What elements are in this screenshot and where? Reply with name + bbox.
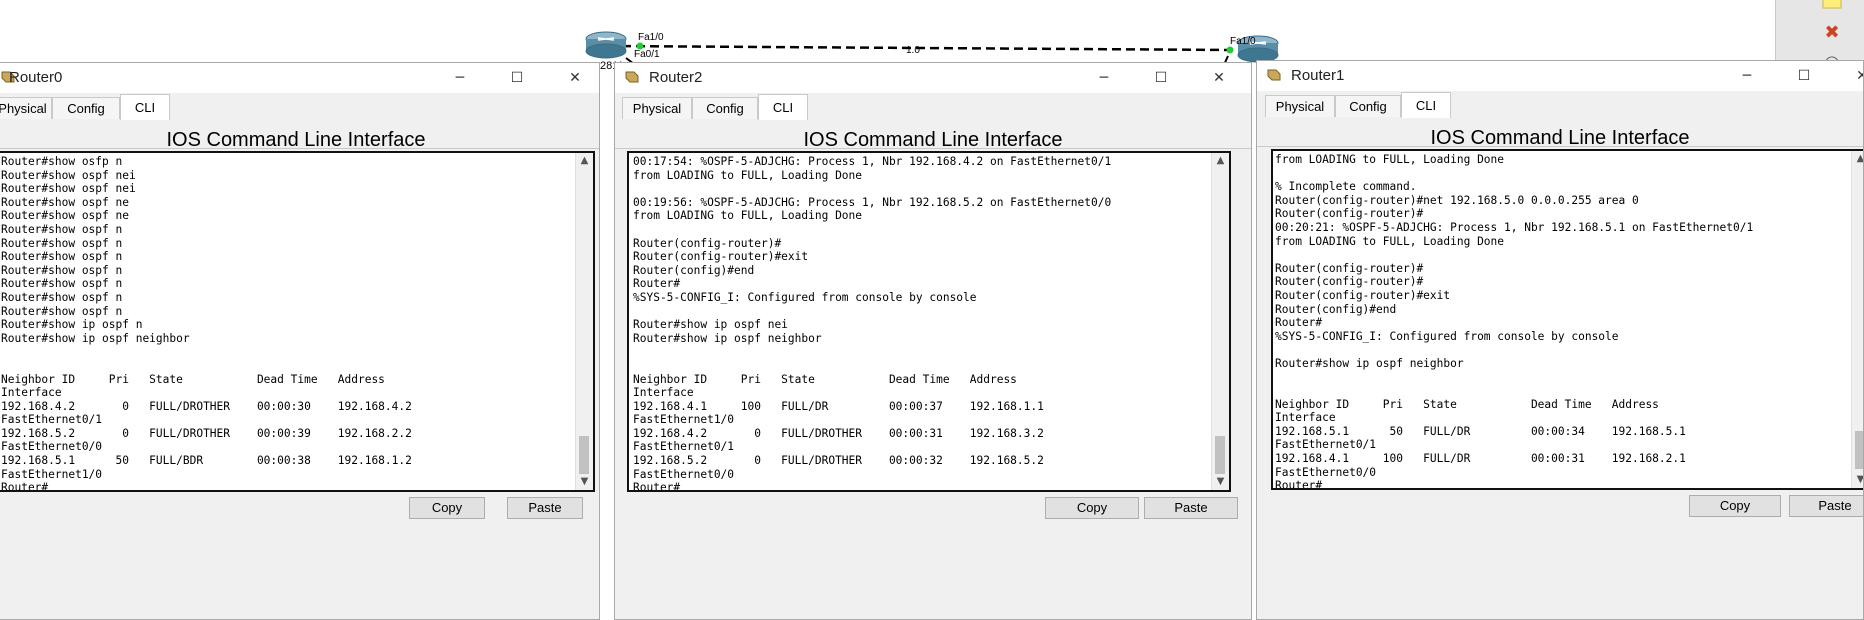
terminal-scrollbar[interactable]: ▲ ▼ — [1851, 151, 1863, 488]
port-label: Fa0/1 — [634, 49, 660, 60]
cli-heading: IOS Command Line Interface — [166, 129, 426, 151]
cli-terminal[interactable]: Router#show osfp n Router#show ospf nei … — [0, 151, 595, 492]
scroll-up-icon[interactable]: ▲ — [576, 153, 593, 169]
window-titlebar[interactable]: Router2 ─ ☐ ✕ — [615, 63, 1251, 93]
scroll-down-icon[interactable]: ▼ — [1852, 472, 1863, 488]
terminal-output: Router#show osfp n Router#show ospf nei … — [1, 155, 412, 492]
router-icon[interactable] — [583, 30, 629, 60]
tab-bar: Physical Config CLI — [1257, 91, 1863, 147]
terminal-output: from LOADING to FULL, Loading Done % Inc… — [1275, 153, 1754, 490]
router-icon — [625, 71, 639, 83]
tab-config[interactable]: Config — [52, 97, 120, 119]
copy-button[interactable]: Copy — [1689, 495, 1781, 517]
port-label: Fa1/0 — [1230, 36, 1256, 47]
tab-config[interactable]: Config — [1335, 95, 1401, 117]
tab-physical[interactable]: Physical — [622, 97, 692, 119]
cli-terminal[interactable]: from LOADING to FULL, Loading Done % Inc… — [1271, 149, 1863, 490]
close-button[interactable]: ✕ — [1196, 65, 1242, 91]
tab-bar: Physical Config CLI — [615, 93, 1251, 149]
tab-physical[interactable]: Physical — [1265, 95, 1335, 117]
close-button[interactable]: ✕ — [552, 65, 598, 91]
close-button[interactable]: ✕ — [1839, 63, 1863, 89]
delete-icon[interactable]: ✖ — [1821, 24, 1843, 42]
scroll-down-icon[interactable]: ▼ — [1212, 474, 1229, 490]
minimize-button[interactable]: ─ — [1724, 63, 1770, 89]
tab-cli[interactable]: CLI — [758, 94, 808, 120]
minimize-button[interactable]: ─ — [1081, 65, 1127, 91]
scroll-thumb[interactable] — [579, 436, 589, 474]
terminal-output: 00:17:54: %OSPF-5-ADJCHG: Process 1, Nbr… — [633, 155, 1112, 492]
tab-cli[interactable]: CLI — [1401, 92, 1451, 118]
copy-button[interactable]: Copy — [1045, 497, 1139, 519]
paste-button[interactable]: Paste — [1144, 497, 1238, 519]
scroll-thumb[interactable] — [1215, 436, 1225, 474]
paste-button[interactable]: Paste — [507, 497, 583, 519]
port-label: Fa1/0 — [638, 32, 664, 43]
router1-window[interactable]: Router1 ─ ☐ ✕ Physical Config CLI IOS Co… — [1256, 60, 1864, 620]
scroll-thumb[interactable] — [1855, 431, 1863, 469]
router-icon — [1267, 69, 1281, 81]
maximize-button[interactable]: ☐ — [1781, 63, 1827, 89]
window-title: Router0 — [9, 69, 63, 86]
maximize-button[interactable]: ☐ — [1138, 65, 1184, 91]
router2-window[interactable]: Router2 ─ ☐ ✕ Physical Config CLI IOS Co… — [614, 62, 1252, 620]
cli-terminal[interactable]: 00:17:54: %OSPF-5-ADJCHG: Process 1, Nbr… — [627, 151, 1231, 492]
window-title: Router1 — [1291, 67, 1345, 84]
router0-window[interactable]: Router0 ─ ☐ ✕ Physical Config CLI IOS Co… — [0, 62, 600, 620]
copy-button[interactable]: Copy — [409, 497, 485, 519]
cli-heading: IOS Command Line Interface — [1430, 127, 1690, 149]
minimize-button[interactable]: ─ — [437, 65, 483, 91]
scroll-down-icon[interactable]: ▼ — [576, 474, 593, 490]
link-label: 1.0 — [906, 45, 920, 56]
scroll-up-icon[interactable]: ▲ — [1212, 153, 1229, 169]
scroll-up-icon[interactable]: ▲ — [1852, 151, 1863, 167]
tab-cli[interactable]: CLI — [120, 94, 170, 120]
terminal-scrollbar[interactable]: ▲ ▼ — [1211, 153, 1229, 490]
cli-heading: IOS Command Line Interface — [803, 129, 1063, 151]
tab-config[interactable]: Config — [692, 97, 758, 119]
note-icon[interactable] — [1821, 0, 1843, 14]
tab-physical[interactable]: Physical — [0, 97, 52, 119]
window-titlebar[interactable]: Router0 ─ ☐ ✕ — [0, 63, 599, 93]
window-titlebar[interactable]: Router1 ─ ☐ ✕ — [1257, 61, 1863, 91]
tab-bar: Physical Config CLI — [0, 93, 599, 149]
window-title: Router2 — [649, 69, 703, 86]
terminal-scrollbar[interactable]: ▲ ▼ — [575, 153, 593, 490]
maximize-button[interactable]: ☐ — [494, 65, 540, 91]
paste-button[interactable]: Paste — [1789, 495, 1863, 517]
